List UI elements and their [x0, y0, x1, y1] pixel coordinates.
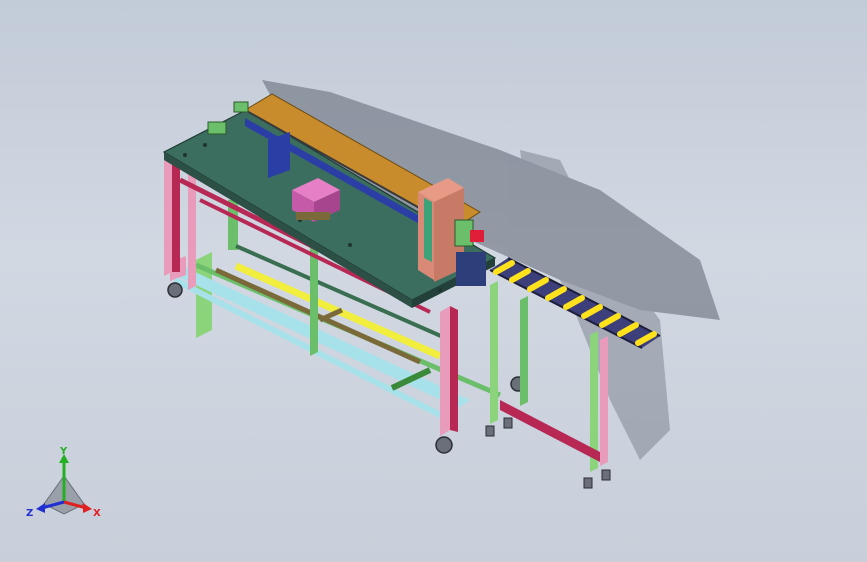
- y-axis-label: Y: [59, 446, 68, 457]
- coordinate-triad-icon[interactable]: Y X Z: [22, 446, 106, 526]
- model-viewport[interactable]: [0, 0, 867, 562]
- z-axis-arrow: [36, 503, 45, 513]
- x-axis-arrow: [83, 503, 92, 513]
- z-axis-label: Z: [26, 508, 33, 519]
- x-axis-label: X: [93, 508, 101, 519]
